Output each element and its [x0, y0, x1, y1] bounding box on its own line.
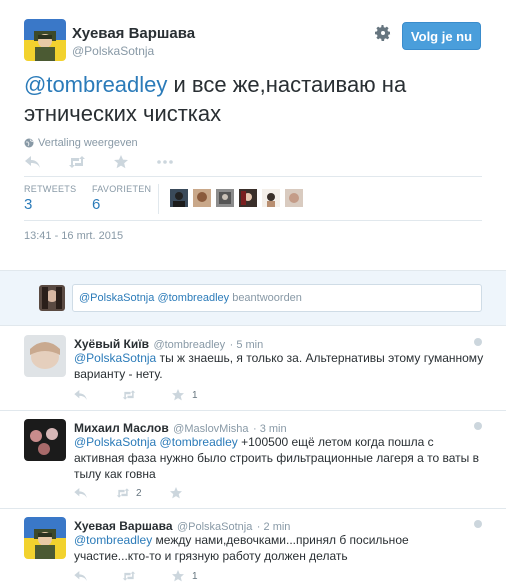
favorites-count[interactable]: 6	[92, 196, 151, 213]
follow-button[interactable]: Volg je nu	[402, 22, 481, 50]
favoriter-avatar[interactable]	[239, 189, 257, 207]
reply-name[interactable]: Хуёвый Київ	[74, 337, 149, 351]
favorite-count: 1	[192, 389, 198, 401]
tweet-text: @tombreadley и все же,настаиваю на этнич…	[24, 70, 484, 128]
reply-name[interactable]: Хуевая Варшава	[74, 519, 173, 533]
stat-divider	[158, 184, 159, 214]
retweet-icon[interactable]	[122, 570, 136, 582]
favoriter-avatar[interactable]	[193, 189, 211, 207]
reply-mention-1: @PolskaSotnja	[79, 292, 155, 304]
reply-avatar[interactable]	[24, 335, 66, 377]
reply-avatar[interactable]	[24, 419, 66, 461]
reply-text: @PolskaSotnja @tombreadley +100500 ещё л…	[74, 434, 484, 482]
favorite-icon[interactable]	[169, 487, 184, 499]
favorites-label: FAVORIETEN	[92, 184, 152, 194]
more-icon[interactable]	[474, 422, 482, 430]
retweet-icon[interactable]	[68, 154, 86, 170]
divider	[24, 176, 482, 177]
reply-actions: 1	[74, 389, 198, 401]
reply-icon[interactable]	[74, 570, 88, 582]
favorite-icon[interactable]	[172, 570, 186, 582]
reply-mention-2: @tombreadley	[157, 292, 230, 304]
viewer-avatar	[39, 285, 65, 311]
favoriter-avatar[interactable]	[216, 189, 234, 207]
reply-actions: 1	[74, 570, 198, 582]
reply-text: @PolskaSotnja ты ж знаешь, я только за. …	[74, 350, 484, 382]
tweet-timestamp[interactable]: 13:41 - 16 mrt. 2015	[24, 230, 123, 242]
author-name[interactable]: Хуевая Варшава	[72, 25, 195, 42]
author-avatar[interactable]	[24, 19, 66, 61]
reply-mention[interactable]: @tombreadley	[74, 533, 152, 547]
retweets-label: RETWEETS	[24, 184, 77, 194]
reply-icon[interactable]	[74, 389, 88, 401]
reply-avatar[interactable]	[24, 517, 66, 559]
translate-label[interactable]: Vertaling weergeven	[38, 137, 138, 149]
retweets-count[interactable]: 3	[24, 196, 76, 213]
translate-link[interactable]: Vertaling weergeven	[24, 137, 138, 149]
reply-actions: 2	[74, 487, 184, 499]
globe-icon	[24, 138, 34, 148]
reply-mention[interactable]: @PolskaSotnja @tombreadley	[74, 435, 238, 449]
reply-icon[interactable]	[24, 154, 42, 170]
favorite-count: 1	[192, 570, 198, 582]
reply-mention[interactable]: @PolskaSotnja	[74, 351, 156, 365]
reply-icon[interactable]	[74, 487, 88, 499]
favoriters-list	[170, 189, 303, 207]
more-icon[interactable]	[474, 338, 482, 346]
retweet-icon[interactable]	[116, 487, 130, 499]
favoriter-avatar[interactable]	[285, 189, 303, 207]
reply-input[interactable]: @PolskaSotnja @tombreadley beantwoorden	[72, 284, 482, 312]
tweet-mention[interactable]: @tombreadley	[24, 72, 167, 97]
favorites-stat[interactable]: FAVORIETEN 6	[92, 184, 151, 213]
favoriter-avatar[interactable]	[170, 189, 188, 207]
favorite-icon[interactable]	[172, 389, 186, 401]
more-icon[interactable]	[474, 520, 482, 528]
reply-name[interactable]: Михаил Маслов	[74, 421, 169, 435]
divider	[0, 410, 506, 411]
retweet-count: 2	[136, 487, 142, 499]
gear-icon[interactable]	[374, 24, 392, 42]
divider	[0, 508, 506, 509]
reply-text: @tombreadley между нами,девочками...прин…	[74, 532, 484, 564]
retweets-stat[interactable]: RETWEETS 3	[24, 184, 76, 213]
divider	[24, 220, 482, 221]
favorite-icon[interactable]	[112, 154, 130, 170]
retweet-icon[interactable]	[122, 389, 136, 401]
favoriter-avatar[interactable]	[262, 189, 280, 207]
author-handle[interactable]: @PolskaSotnja	[72, 44, 154, 58]
reply-suffix: beantwoorden	[229, 292, 302, 304]
more-icon[interactable]	[156, 154, 174, 170]
tweet-actions	[24, 154, 200, 170]
